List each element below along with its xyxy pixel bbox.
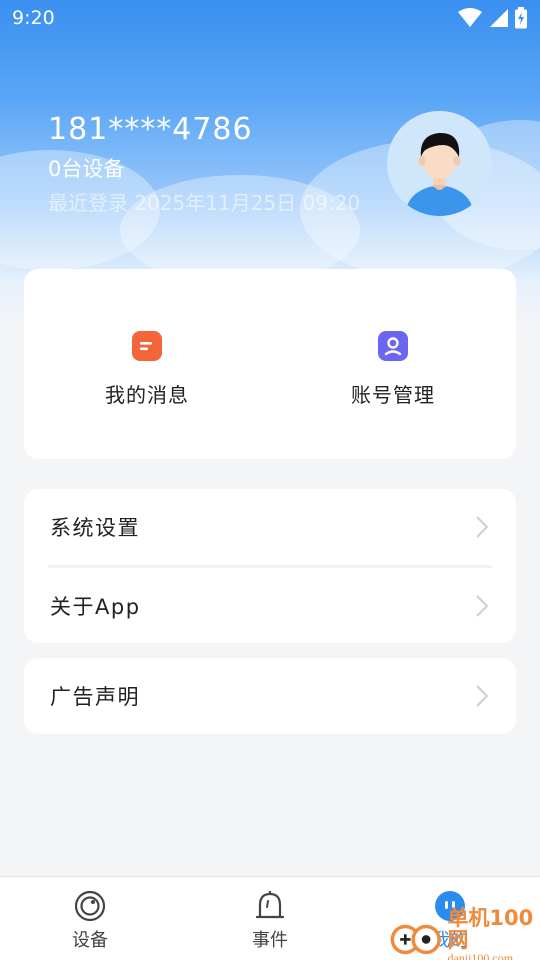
message-icon bbox=[132, 331, 162, 361]
system-settings-item[interactable]: 系统设置 bbox=[24, 489, 516, 565]
my-messages-label: 我的消息 bbox=[105, 383, 189, 407]
watermark-text: 单机100网 danji100.com bbox=[447, 907, 540, 960]
settings-group: 系统设置 关于App bbox=[24, 489, 516, 643]
chevron-right-icon bbox=[476, 595, 489, 617]
signal-icon bbox=[490, 9, 508, 27]
account-management-label: 账号管理 bbox=[351, 383, 435, 407]
quick-actions-card: 我的消息 账号管理 bbox=[24, 269, 516, 459]
camera-icon bbox=[74, 890, 106, 922]
ad-statement-label: 广告声明 bbox=[50, 685, 140, 709]
tab-devices-label: 设备 bbox=[72, 930, 108, 951]
tab-events-label: 事件 bbox=[252, 930, 288, 951]
device-count[interactable]: 0台设备 bbox=[48, 152, 360, 186]
system-settings-label: 系统设置 bbox=[50, 516, 140, 540]
avatar-image bbox=[387, 111, 492, 216]
last-login: 最近登录 2025年11月25日 09:20 bbox=[48, 191, 361, 215]
avatar[interactable] bbox=[387, 111, 492, 216]
tab-events[interactable]: 事件 bbox=[180, 877, 360, 960]
ad-statement-item[interactable]: 广告声明 bbox=[24, 658, 516, 734]
watermark: 单机100网 danji100.com bbox=[388, 907, 540, 960]
watermark-name: 单机100网 bbox=[447, 906, 534, 952]
bell-icon bbox=[255, 891, 285, 919]
account-icon bbox=[378, 331, 408, 361]
chevron-right-icon bbox=[476, 685, 489, 707]
account-management-button[interactable]: 账号管理 bbox=[270, 269, 516, 459]
status-bar: 9:20 bbox=[0, 0, 540, 36]
battery-charging-icon bbox=[515, 7, 527, 29]
my-messages-button[interactable]: 我的消息 bbox=[24, 269, 270, 459]
status-time: 9:20 bbox=[12, 7, 55, 29]
tab-devices[interactable]: 设备 bbox=[0, 877, 180, 960]
profile-info: 181****4786 0台设备 最近登录 2025年11月25日 09:20 bbox=[48, 110, 360, 220]
watermark-logo-icon bbox=[390, 924, 441, 955]
ad-statement-group: 广告声明 bbox=[24, 658, 516, 734]
wifi-icon bbox=[458, 8, 482, 27]
chevron-right-icon bbox=[476, 516, 489, 538]
about-app-label: 关于App bbox=[50, 595, 141, 619]
about-app-item[interactable]: 关于App bbox=[24, 568, 516, 644]
user-phone: 181****4786 bbox=[48, 112, 253, 147]
watermark-url: danji100.com bbox=[447, 951, 514, 960]
